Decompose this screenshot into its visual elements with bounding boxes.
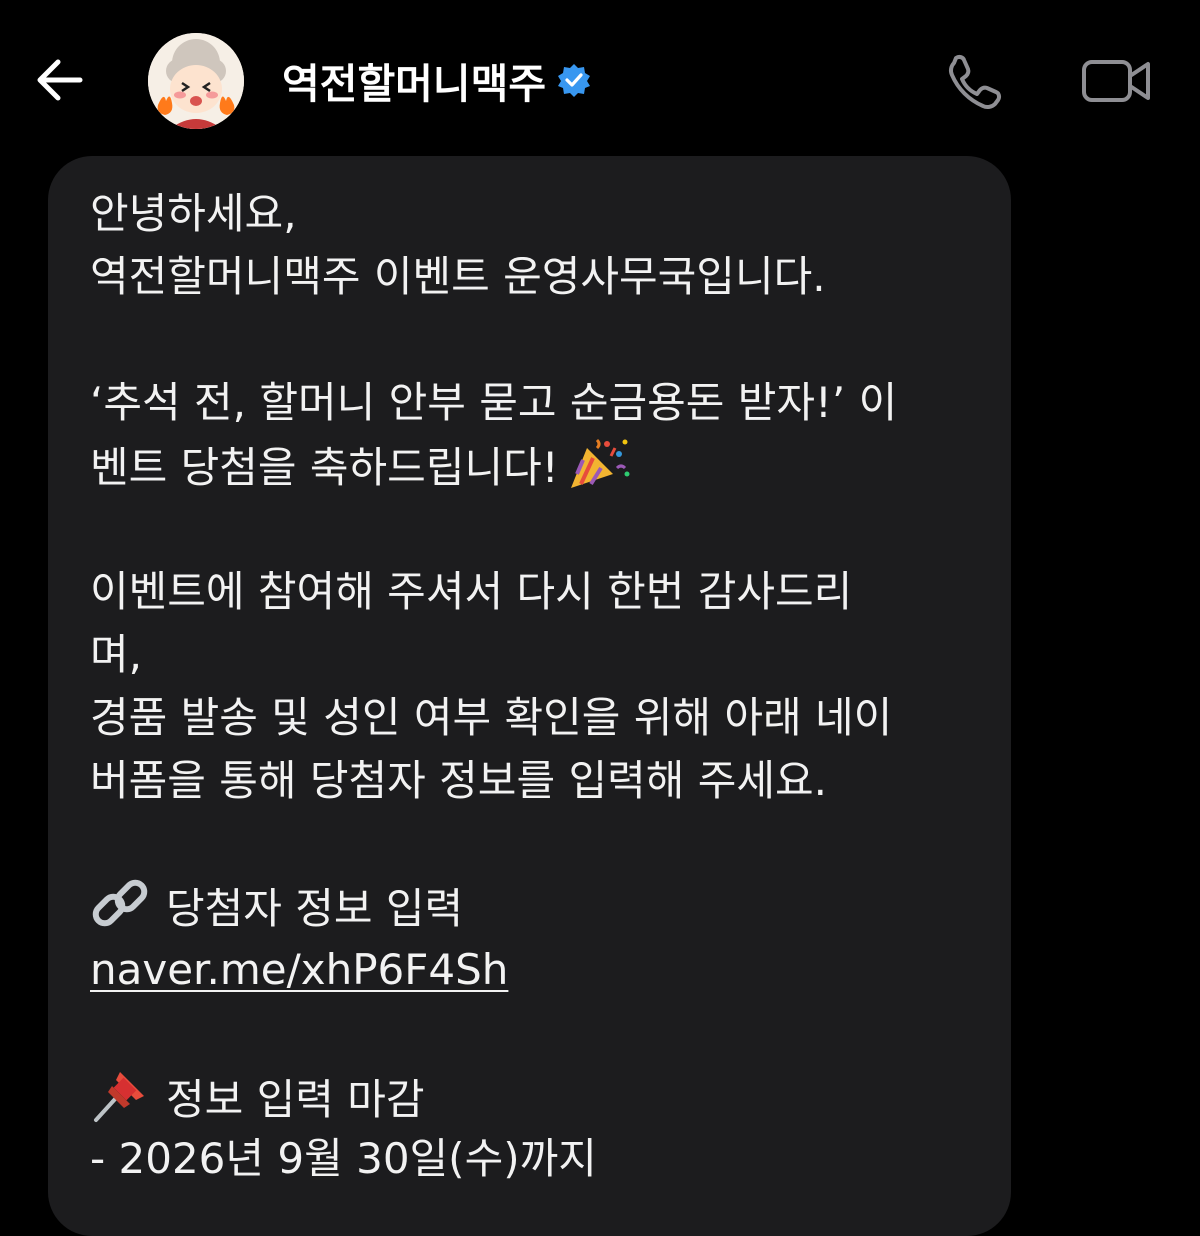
deadline-value: - 2026년 9월 30일(수)까지 <box>90 1134 597 1183</box>
chat-title: 역전할머니맥주 <box>282 60 547 108</box>
message-line: 안녕하세요, <box>90 189 297 238</box>
message-line: 경품 발송 및 성인 여부 확인을 위해 아래 네이 <box>90 693 893 742</box>
message-line-text: 벤트 당첨을 축하드립니다! <box>90 443 559 492</box>
message-line-with-emoji: 벤트 당첨을 축하드립니다! <box>90 434 990 497</box>
video-camera-icon <box>1082 60 1150 102</box>
message-line: 역전할머니맥주 이벤트 운영사무국입니다. <box>90 252 826 301</box>
video-call-button[interactable] <box>1080 50 1154 110</box>
link-heading: 당첨자 정보 입력 <box>166 884 464 933</box>
pushpin-icon <box>94 1072 144 1122</box>
chat-header: 역전할머니맥주 <box>0 0 1200 150</box>
message-line: 버폼을 통해 당첨자 정보를 입력해 주세요. <box>90 756 827 805</box>
phone-icon <box>948 54 1002 110</box>
back-arrow-icon <box>37 59 83 101</box>
chat-title-group[interactable]: 역전할머니맥주 <box>282 50 592 110</box>
message-line: ‘추석 전, 할머니 안부 묻고 순금용돈 받자!’ 이 <box>90 378 898 427</box>
call-button[interactable] <box>940 50 1006 110</box>
avatar[interactable] <box>148 33 244 129</box>
verified-badge-icon <box>558 64 591 97</box>
link-line: naver.me/xhP6F4Sh <box>90 938 990 1001</box>
message-line: 며, <box>90 630 142 679</box>
grandma-avatar-icon <box>148 33 244 129</box>
link-heading-line: 당첨자 정보 입력 <box>90 875 990 938</box>
deadline-heading: 정보 입력 마감 <box>166 1075 425 1124</box>
back-button[interactable] <box>28 52 88 108</box>
link-chain-icon <box>92 879 148 927</box>
party-popper-icon <box>570 438 630 488</box>
message-text: 안녕하세요, 역전할머니맥주 이벤트 운영사무국입니다. ‘추석 전, 할머니 … <box>90 182 990 1190</box>
deadline-heading-line: 정보 입력 마감 <box>90 1064 990 1127</box>
form-link[interactable]: naver.me/xhP6F4Sh <box>90 945 508 994</box>
message-line: 이벤트에 참여해 주셔서 다시 한번 감사드리 <box>90 567 853 616</box>
